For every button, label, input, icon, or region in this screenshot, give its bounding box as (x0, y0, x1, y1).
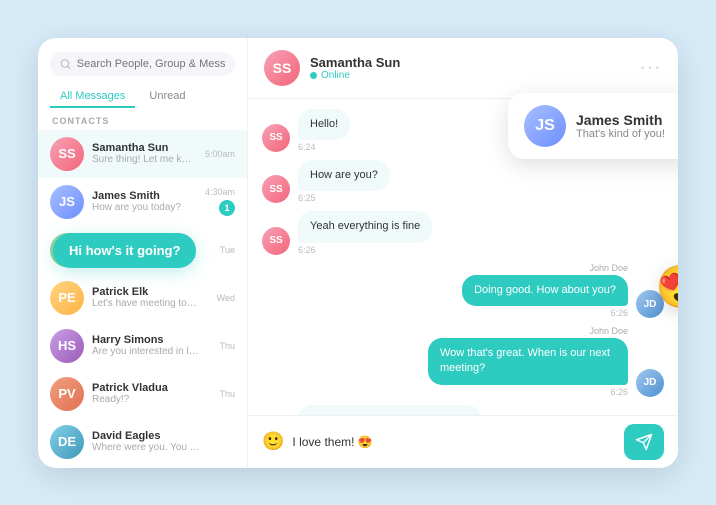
message-avatar: JD (636, 369, 664, 397)
contact-avatar: DE (50, 425, 84, 459)
contact-item[interactable]: DE David Eagles Where were you. You miss… (38, 418, 247, 466)
float-emoji: 😍 (656, 263, 678, 312)
contact-preview: Where were you. You missed t... (92, 442, 202, 453)
contact-item[interactable]: PE Patrick Elk Let's have meeting today … (38, 274, 247, 322)
contact-avatar: SS (50, 137, 84, 171)
chat-header-name: Samantha Sun (310, 55, 630, 70)
contact-preview: How are you today? (92, 202, 197, 213)
chat-input-area: 🙂 (248, 415, 678, 468)
float-james-message: That's kind of you! (576, 128, 678, 140)
contact-name: Patrick Elk (92, 286, 209, 298)
search-bar[interactable] (50, 52, 235, 76)
main-card: All Messages Unread CONTACTS SS Samantha… (38, 38, 678, 468)
message-bubble: Yeah everything is fine (298, 211, 432, 242)
chat-header: SS Samantha Sun Online ··· (248, 38, 678, 99)
contact-avatar: HS (50, 329, 84, 363)
chat-header-avatar: SS (264, 50, 300, 86)
message-time: 6:26 (462, 308, 628, 318)
contact-time: Wed (217, 293, 235, 303)
float-james-card: JS James Smith That's kind of you! 16 De… (508, 93, 678, 159)
chat-header-status: Online (310, 70, 630, 81)
contact-item[interactable]: PV Patrick Vladua Ready!? Thu (38, 370, 247, 418)
contact-name: James Smith (92, 190, 197, 202)
contact-avatar: PV (50, 377, 84, 411)
status-dot (310, 72, 317, 79)
contact-item[interactable]: JS James Smith How are you today? 4:30am… (38, 178, 247, 226)
contact-info: James Smith How are you today? (92, 190, 197, 213)
contact-preview: Let's have meeting today between... (92, 298, 202, 309)
float-james-name: James Smith (576, 112, 678, 128)
message-bubble: How are you? (298, 160, 390, 191)
header-dots-menu[interactable]: ··· (640, 59, 662, 77)
message-time: 6:25 (298, 193, 390, 203)
message-bubble: Doing good. How about you? (462, 275, 628, 306)
message-time: 6:26 (428, 387, 628, 397)
chat-header-info: Samantha Sun Online (310, 55, 630, 81)
message-row: JD John Doe Doing good. How about you? 6… (262, 263, 664, 318)
contacts-list: SS Samantha Sun Sure thing! Let me know … (38, 130, 247, 468)
contact-time: Thu (219, 389, 235, 399)
message-time: 6:24 (298, 142, 350, 152)
contact-info: Patrick Elk Let's have meeting today bet… (92, 286, 209, 309)
message-bubble: Hello! (298, 109, 350, 140)
send-button[interactable] (624, 424, 664, 460)
contact-info: Samantha Sun Sure thing! Let me know if … (92, 142, 197, 165)
contact-name: David Eagles (92, 430, 227, 442)
message-sender: John Doe (428, 326, 628, 336)
contact-time: 4:30am (205, 187, 235, 197)
contact-avatar: JS (50, 185, 84, 219)
emoji-button[interactable]: 🙂 (262, 431, 284, 452)
message-avatar: SS (262, 124, 290, 152)
contacts-label: CONTACTS (52, 116, 235, 126)
float-james-info: James Smith That's kind of you! (576, 112, 678, 140)
message-row: SS Yeah everything is fine 6:26 (262, 211, 664, 254)
contact-preview: Are you interested in learning? (92, 346, 202, 357)
message-row: SS How are you? 6:25 (262, 160, 664, 203)
search-input[interactable] (77, 58, 225, 70)
contact-preview: Ready!? (92, 394, 202, 405)
message-avatar: SS (262, 175, 290, 203)
message-bubble: Let's have it today if you are free (298, 405, 481, 415)
contact-item[interactable]: HS Harry Simons Are you interested in le… (38, 322, 247, 370)
contact-time: Tue (220, 245, 235, 255)
contact-preview: Sure thing! Let me know if 2pm wor... (92, 154, 197, 165)
float-hi-bubble: Hi how's it going? (53, 233, 196, 268)
unread-badge: 1 (219, 200, 235, 216)
message-sender: John Doe (462, 263, 628, 273)
chat-input[interactable] (292, 435, 616, 449)
contact-name: Samantha Sun (92, 142, 197, 154)
message-bubble: Wow that's great. When is our next meeti… (428, 338, 628, 385)
message-row: SS Let's have it today if you are free 6… (262, 405, 664, 415)
send-icon (635, 433, 653, 451)
search-icon (60, 58, 71, 70)
contact-info: Patrick Vladua Ready!? (92, 382, 211, 405)
message-avatar: SS (262, 227, 290, 255)
message-time: 6:26 (298, 245, 432, 255)
tabs: All Messages Unread (50, 86, 235, 108)
contact-info: Harry Simons Are you interested in learn… (92, 334, 211, 357)
contact-item[interactable]: SS Samantha Sun Sure thing! Let me know … (38, 130, 247, 178)
tab-all-messages[interactable]: All Messages (50, 86, 135, 108)
contact-name: Harry Simons (92, 334, 211, 346)
contact-name: Patrick Vladua (92, 382, 211, 394)
contact-info: David Eagles Where were you. You missed … (92, 430, 227, 453)
float-james-avatar: JS (524, 105, 566, 147)
contact-time: 5:00am (205, 149, 235, 159)
tab-unread[interactable]: Unread (139, 86, 195, 108)
contact-avatar: PE (50, 281, 84, 315)
message-row: JD John Doe Wow that's great. When is ou… (262, 326, 664, 397)
contact-time: Thu (219, 341, 235, 351)
